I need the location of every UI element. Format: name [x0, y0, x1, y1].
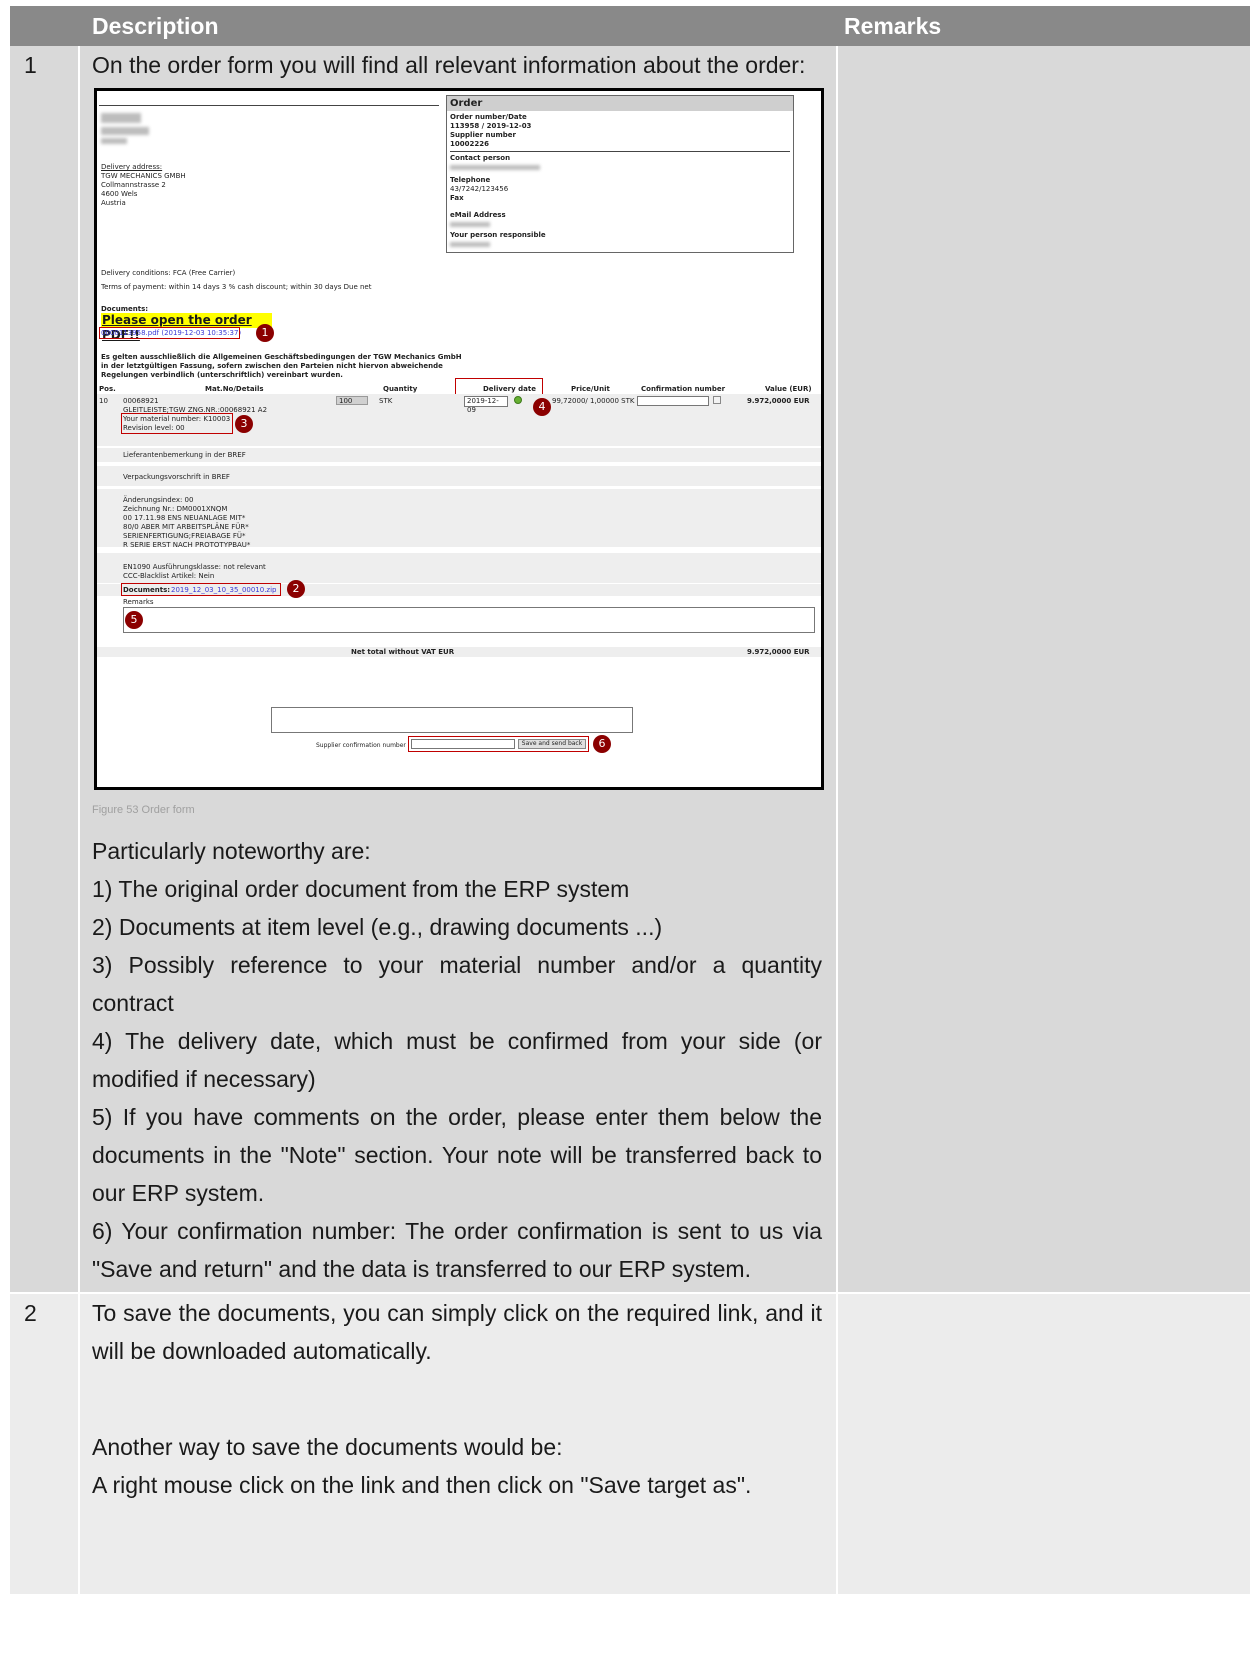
telephone-label: Telephone — [450, 176, 491, 184]
item-pos: 10 — [99, 397, 108, 405]
confirmation-checkbox[interactable] — [713, 396, 721, 404]
col-pos: Pos. — [99, 385, 116, 393]
figure-caption: Figure 53 Order form — [92, 804, 195, 816]
delivery-address-label: Delivery address: — [101, 163, 163, 171]
delivery-date-input[interactable]: 2019-12-09 — [464, 396, 508, 414]
responsible-label: Your person responsible — [450, 231, 546, 239]
point-4: 4) The delivery date, which must be conf… — [92, 1028, 822, 1092]
legal-line: in der letztgültigen Fassung, sofern zwi… — [101, 362, 443, 370]
confirm-date-icon[interactable] — [514, 396, 522, 404]
col-value: Value (EUR) — [765, 385, 812, 393]
divider — [99, 105, 439, 106]
open-pdf-banner: Please open the order PDF!! — [101, 313, 272, 342]
change-line: Änderungsindex: 00 — [123, 496, 194, 504]
point-3: 3) Possibly reference to your material n… — [92, 952, 822, 1016]
step-number: 2 — [10, 1294, 80, 1594]
badge-2: 2 — [287, 580, 305, 598]
change-line: 80/0 ABER MIT ARBEITSPLÄNE FÜR* — [123, 523, 249, 531]
highlight-box-6 — [408, 736, 589, 752]
email-label: eMail Address — [450, 211, 506, 219]
net-total-value: 9.972,0000 EUR — [747, 648, 810, 656]
order-info-box: Order Order number/Date 113958 / 2019-12… — [446, 95, 794, 253]
header-number-cell — [10, 6, 80, 46]
col-price: Price/Unit — [571, 385, 610, 393]
order-form-screenshot: Delivery address: TGW MECHANICS GMBH Col… — [94, 88, 824, 790]
en1090-note: EN1090 Ausführungsklasse: not relevant — [123, 563, 266, 571]
delivery-conditions: Delivery conditions: FCA (Free Carrier) — [101, 269, 236, 277]
badge-4: 4 — [533, 398, 551, 416]
ccc-note: CCC-Blacklist Artikel: Nein — [123, 572, 215, 580]
address-line: Collmannstrasse 2 — [101, 181, 166, 189]
change-line: R SERIE ERST NACH PROTOTYPBAU* — [123, 541, 251, 549]
point-2: 2) Documents at item level (e.g., drawin… — [92, 914, 663, 940]
order-number-label: Order number/Date — [450, 113, 527, 121]
confirmation-textarea[interactable] — [271, 707, 633, 733]
blurred-logo — [101, 113, 141, 123]
fax-label: Fax — [450, 194, 464, 202]
net-total-row — [97, 647, 821, 657]
packaging-note: Verpackungsvorschrift in BREF — [123, 473, 230, 481]
step-description: To save the documents, you can simply cl… — [80, 1294, 838, 1594]
badge-5: 5 — [125, 611, 143, 629]
step-2-paragraph-2-line-1: Another way to save the documents would … — [92, 1434, 563, 1460]
highlight-box-2 — [121, 583, 281, 596]
step-number: 1 — [10, 46, 80, 1294]
badge-6: 6 — [593, 735, 611, 753]
change-notes: Änderungsindex: 00 Zeichnung Nr.: DM0001… — [123, 496, 250, 550]
confirmation-number-input[interactable] — [637, 396, 709, 406]
supplier-number-value: 10002226 — [450, 140, 489, 148]
telephone-value: 43/7242/123456 — [450, 185, 509, 193]
address-line: Austria — [101, 199, 126, 207]
blurred-text — [101, 138, 127, 144]
table-row: 1 On the order form you will find all re… — [10, 46, 1250, 1294]
col-quantity: Quantity — [383, 385, 418, 393]
remarks-label: Remarks — [123, 598, 154, 606]
order-title: Order — [447, 96, 793, 111]
highlight-box-1 — [99, 327, 240, 339]
step-2-paragraph-2-line-2: A right mouse click on the link and then… — [92, 1472, 752, 1498]
table-row: 2 To save the documents, you can simply … — [10, 1294, 1250, 1594]
supplier-confirmation-label: Supplier confirmation number — [316, 742, 406, 749]
remarks-textarea[interactable] — [123, 607, 815, 633]
item-value: 9.972,0000 EUR — [747, 397, 810, 405]
net-total-label: Net total without VAT EUR — [351, 648, 455, 656]
item-unit: STK — [379, 397, 393, 405]
point-5: 5) If you have comments on the order, pl… — [92, 1104, 822, 1206]
badge-3: 3 — [235, 415, 253, 433]
highlight-box-3 — [121, 413, 233, 434]
col-material: Mat.No/Details — [205, 385, 264, 393]
remarks-cell — [838, 1294, 1250, 1594]
delivery-address: Delivery address: TGW MECHANICS GMBH Col… — [101, 163, 186, 208]
header-remarks: Remarks — [838, 6, 1250, 46]
legal-line: Es gelten ausschließlich die Allgemeinen… — [101, 353, 462, 361]
order-number-value: 113958 / 2019-12-03 — [450, 122, 532, 130]
address-line: TGW MECHANICS GMBH — [101, 172, 186, 180]
quantity-field: 100 — [336, 396, 368, 405]
badge-1: 1 — [256, 324, 274, 342]
supplier-number-label: Supplier number — [450, 131, 516, 139]
address-line: 4600 Wels — [101, 190, 138, 198]
contact-label: Contact person — [450, 154, 511, 162]
legal-text: Es gelten ausschließlich die Allgemeinen… — [101, 353, 501, 380]
supplier-remark: Lieferantenbemerkung in der BREF — [123, 451, 246, 459]
step-2-paragraph-1: To save the documents, you can simply cl… — [92, 1300, 822, 1364]
item-material: 00068921 — [123, 397, 159, 405]
change-line: Zeichnung Nr.: DM0001XNQM — [123, 505, 228, 513]
change-line: 00 17.11.98 ENS NEUANLAGE MIT* — [123, 514, 246, 522]
step-description: On the order form you will find all rele… — [80, 46, 838, 1294]
item-price: 99,72000/ 1,00000 STK — [552, 397, 635, 405]
terms-of-payment: Terms of payment: within 14 days 3 % cas… — [101, 283, 372, 291]
header-description: Description — [80, 6, 838, 46]
point-1: 1) The original order document from the … — [92, 876, 630, 902]
change-line: SERIENFERTIGUNG;FREIABAGE FÜ* — [123, 532, 246, 540]
remarks-cell — [838, 46, 1250, 1294]
col-confirmation: Confirmation number — [641, 385, 726, 393]
blurred-text — [101, 127, 149, 135]
noteworthy-title: Particularly noteworthy are: — [92, 838, 371, 864]
step-intro: On the order form you will find all rele… — [92, 52, 806, 78]
point-6: 6) Your confirmation number: The order c… — [92, 1218, 822, 1282]
legal-line: Regelungen verbindlich (unterschriftlich… — [101, 371, 343, 379]
